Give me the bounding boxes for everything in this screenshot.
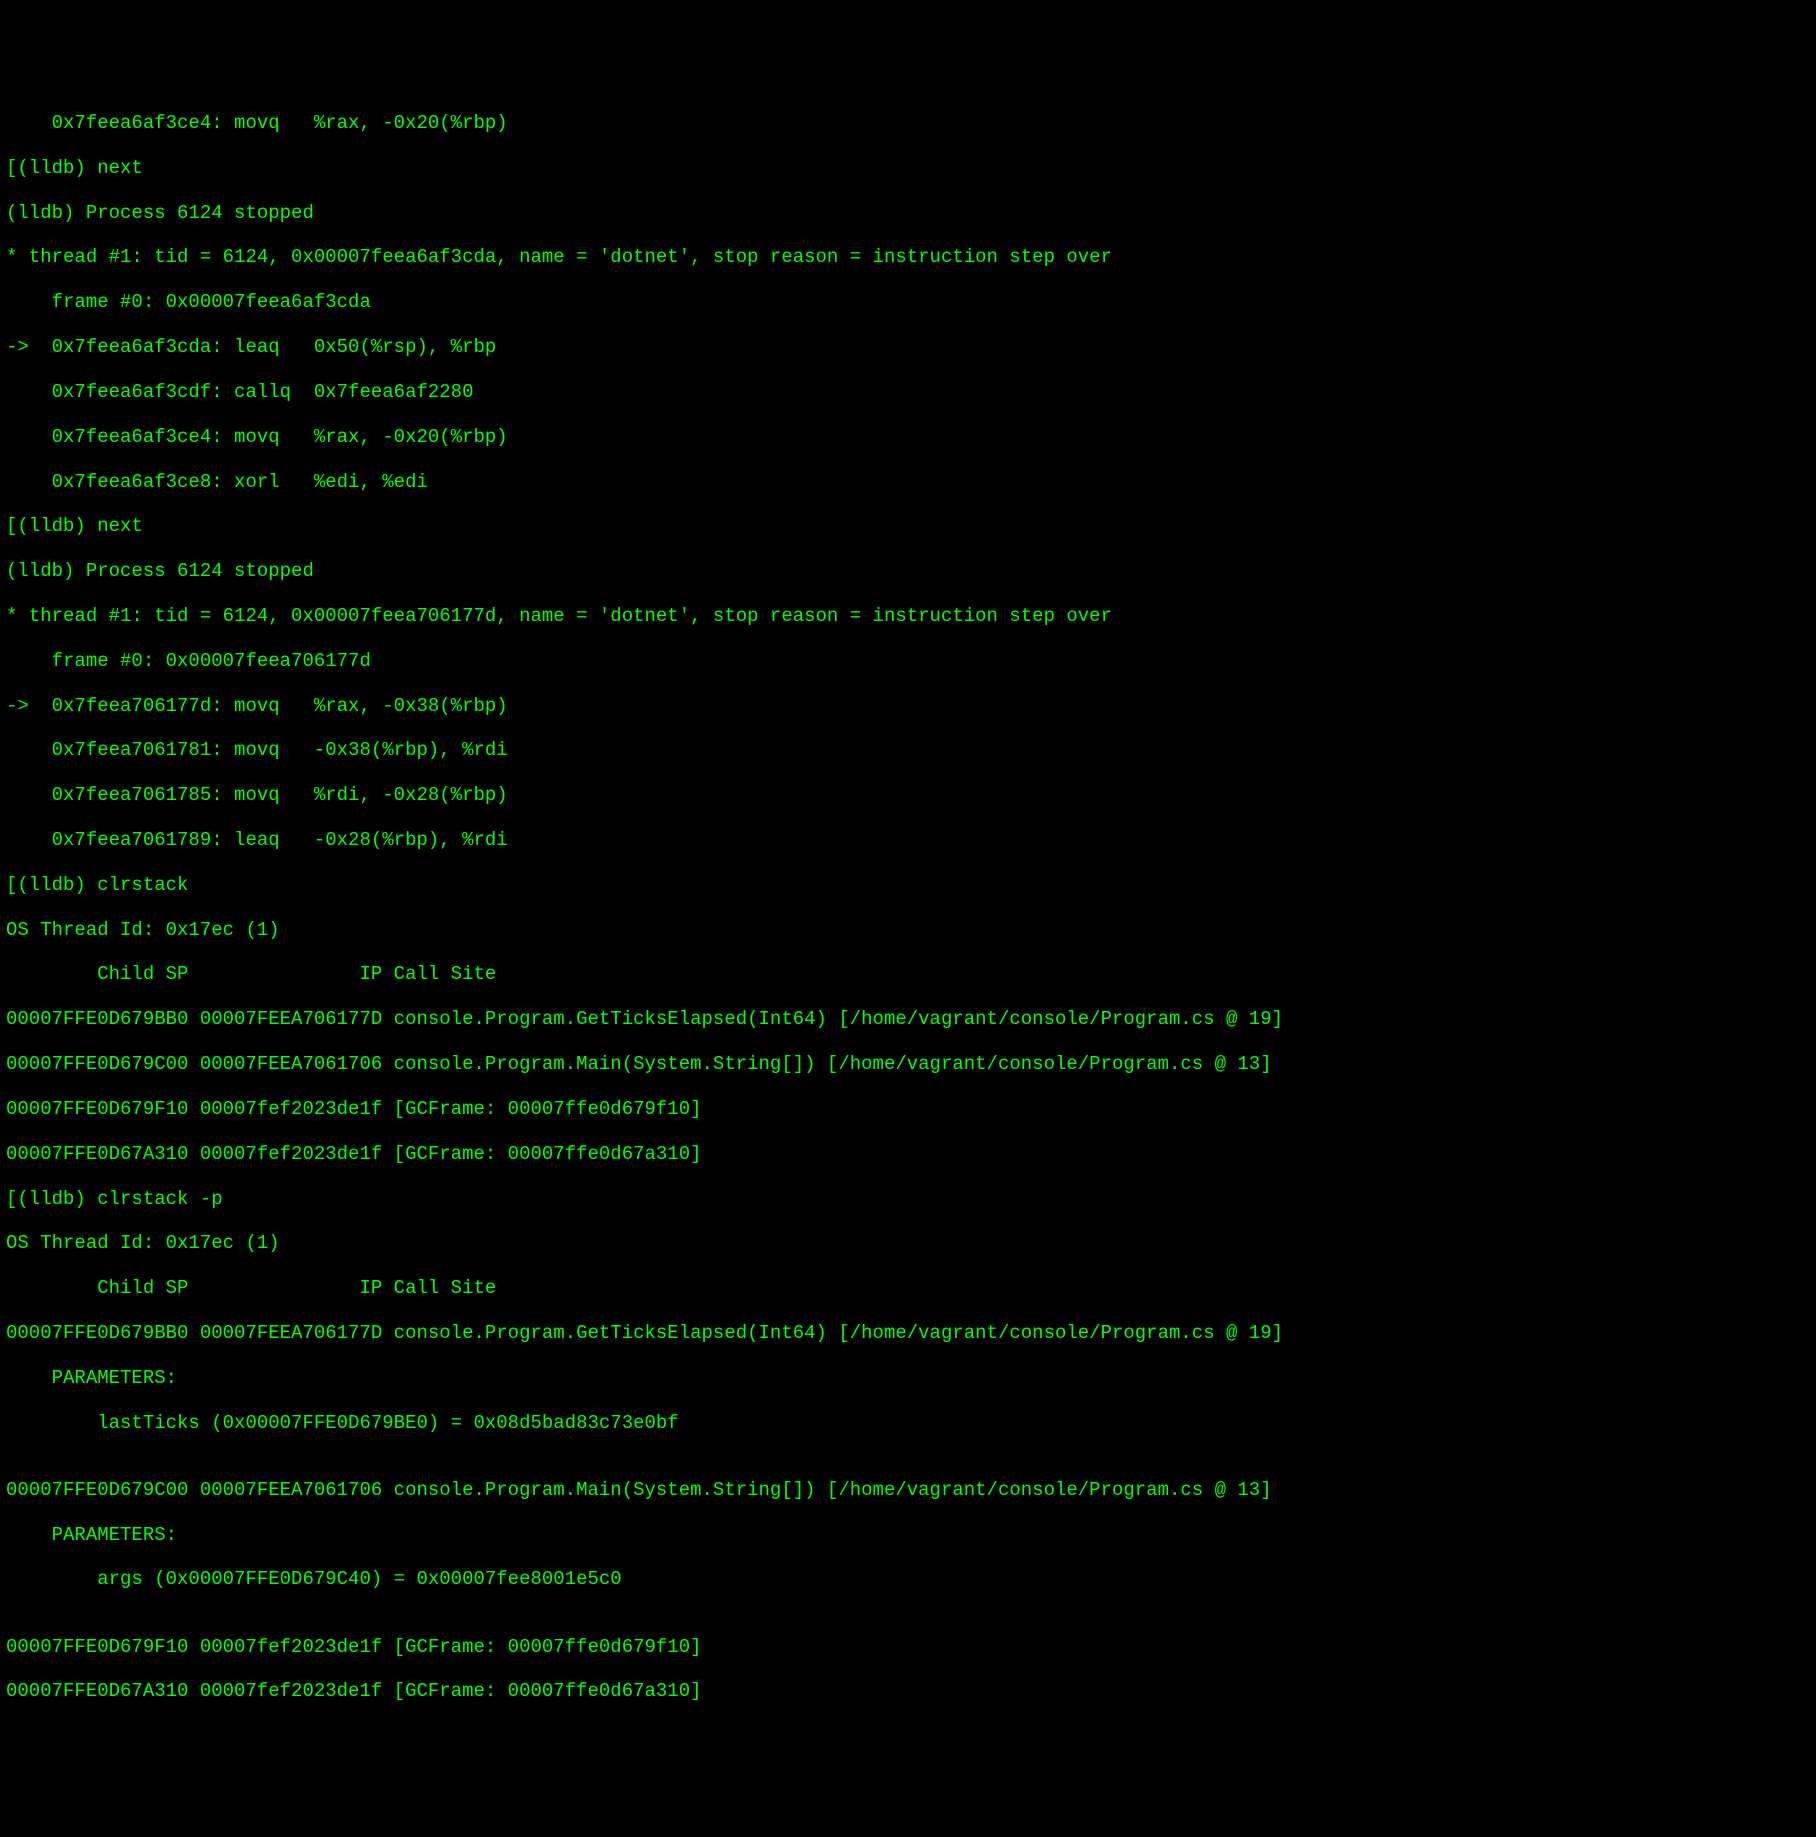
terminal-line: 0x7feea6af3cdf: callq 0x7feea6af2280 <box>6 381 1810 403</box>
terminal-line: frame #0: 0x00007feea706177d <box>6 650 1810 672</box>
terminal-line: 00007FFE0D679C00 00007FEEA7061706 consol… <box>6 1479 1810 1501</box>
terminal-line: Child SP IP Call Site <box>6 963 1810 985</box>
terminal-line: -> 0x7feea706177d: movq %rax, -0x38(%rbp… <box>6 695 1810 717</box>
terminal-line: 0x7feea6af3ce8: xorl %edi, %edi <box>6 471 1810 493</box>
terminal-line: 00007FFE0D67A310 00007fef2023de1f [GCFra… <box>6 1143 1810 1165</box>
terminal-output[interactable]: 0x7feea6af3ce4: movq %rax, -0x20(%rbp) [… <box>0 90 1816 1726</box>
terminal-line: OS Thread Id: 0x17ec (1) <box>6 1232 1810 1254</box>
terminal-line: * thread #1: tid = 6124, 0x00007feea7061… <box>6 605 1810 627</box>
terminal-line: 0x7feea7061789: leaq -0x28(%rbp), %rdi <box>6 829 1810 851</box>
terminal-line: 00007FFE0D679F10 00007fef2023de1f [GCFra… <box>6 1098 1810 1120</box>
terminal-line: 0x7feea7061785: movq %rdi, -0x28(%rbp) <box>6 784 1810 806</box>
terminal-line: 0x7feea7061781: movq -0x38(%rbp), %rdi <box>6 739 1810 761</box>
terminal-line: [(lldb) next <box>6 157 1810 179</box>
terminal-line: * thread #1: tid = 6124, 0x00007feea6af3… <box>6 246 1810 268</box>
terminal-line: 00007FFE0D679BB0 00007FEEA706177D consol… <box>6 1322 1810 1344</box>
terminal-line: [(lldb) clrstack -p <box>6 1188 1810 1210</box>
terminal-line: PARAMETERS: <box>6 1524 1810 1546</box>
terminal-line: (lldb) Process 6124 stopped <box>6 560 1810 582</box>
terminal-line: [(lldb) clrstack <box>6 874 1810 896</box>
terminal-line: 00007FFE0D679BB0 00007FEEA706177D consol… <box>6 1008 1810 1030</box>
terminal-line: 00007FFE0D67A310 00007fef2023de1f [GCFra… <box>6 1680 1810 1702</box>
terminal-line: args (0x00007FFE0D679C40) = 0x00007fee80… <box>6 1568 1810 1590</box>
terminal-line: (lldb) Process 6124 stopped <box>6 202 1810 224</box>
terminal-line: frame #0: 0x00007feea6af3cda <box>6 291 1810 313</box>
terminal-line: lastTicks (0x00007FFE0D679BE0) = 0x08d5b… <box>6 1412 1810 1434</box>
terminal-line: PARAMETERS: <box>6 1367 1810 1389</box>
terminal-line: [(lldb) next <box>6 515 1810 537</box>
terminal-line: 0x7feea6af3ce4: movq %rax, -0x20(%rbp) <box>6 112 1810 134</box>
terminal-line: 00007FFE0D679C00 00007FEEA7061706 consol… <box>6 1053 1810 1075</box>
terminal-line: OS Thread Id: 0x17ec (1) <box>6 919 1810 941</box>
terminal-line: -> 0x7feea6af3cda: leaq 0x50(%rsp), %rbp <box>6 336 1810 358</box>
terminal-line: 0x7feea6af3ce4: movq %rax, -0x20(%rbp) <box>6 426 1810 448</box>
terminal-line: 00007FFE0D679F10 00007fef2023de1f [GCFra… <box>6 1636 1810 1658</box>
terminal-line: Child SP IP Call Site <box>6 1277 1810 1299</box>
